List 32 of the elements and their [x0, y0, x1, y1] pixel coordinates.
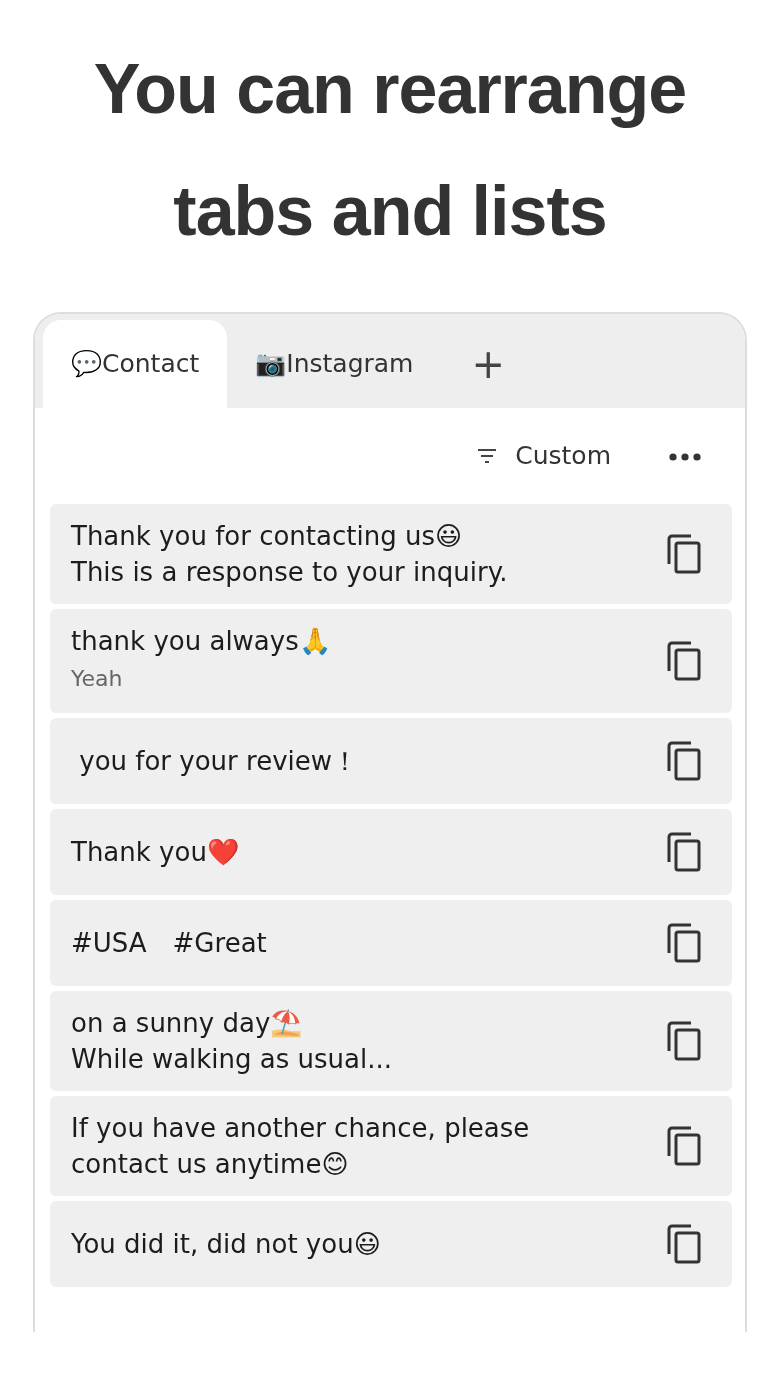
list-item[interactable]: on a sunny day⛱ While walking as usual...: [50, 991, 732, 1091]
copy-button[interactable]: [666, 741, 702, 781]
item-text: Thank you❤: [71, 836, 239, 869]
item-text: You did it, did not you😃: [71, 1228, 381, 1261]
list-item[interactable]: If you have another chance, please contact us anytime😊: [50, 1096, 732, 1196]
copy-button[interactable]: [666, 1021, 702, 1061]
copy-button[interactable]: [666, 1224, 702, 1264]
list-item[interactable]: you for your review！: [50, 718, 732, 804]
copy-button[interactable]: [666, 832, 702, 872]
list-item[interactable]: Thank you for contacting us😃 This is a response to your inquiry.: [50, 504, 732, 604]
item-text: you for your review！: [78, 745, 359, 778]
list-item[interactable]: #USA #Great: [50, 900, 732, 986]
item-text: If you have another chance, please contact us anytime😊: [71, 1112, 530, 1181]
item-text: #USA #Great: [71, 927, 267, 960]
list-item[interactable]: thank you always🙏 Yeah: [50, 609, 732, 713]
sort-icon: [477, 449, 498, 463]
copy-button[interactable]: [666, 641, 702, 681]
sort-button[interactable]: Custom: [471, 436, 617, 476]
copy-button[interactable]: [666, 923, 702, 963]
copy-button[interactable]: [666, 534, 702, 574]
more-icon: [669, 452, 701, 461]
headline: You can rearrange tabs and lists: [92, 49, 688, 252]
item-text: on a sunny day⛱ While walking as usual...: [71, 1007, 393, 1076]
tab[interactable]: 📷Instagram: [227, 320, 442, 408]
item-text: Thank you for contacting us😃 This is a response to your inquiry.: [71, 520, 508, 589]
copy-button[interactable]: [666, 1126, 702, 1166]
item-text: thank you always🙏: [71, 625, 331, 658]
tab[interactable]: 💬Contact: [43, 320, 228, 408]
list-item[interactable]: You did it, did not you😃: [50, 1201, 732, 1287]
add-tab-button[interactable]: +: [441, 320, 535, 408]
list-item[interactable]: Thank you❤: [50, 809, 732, 895]
item-note: Yeah: [71, 665, 124, 693]
